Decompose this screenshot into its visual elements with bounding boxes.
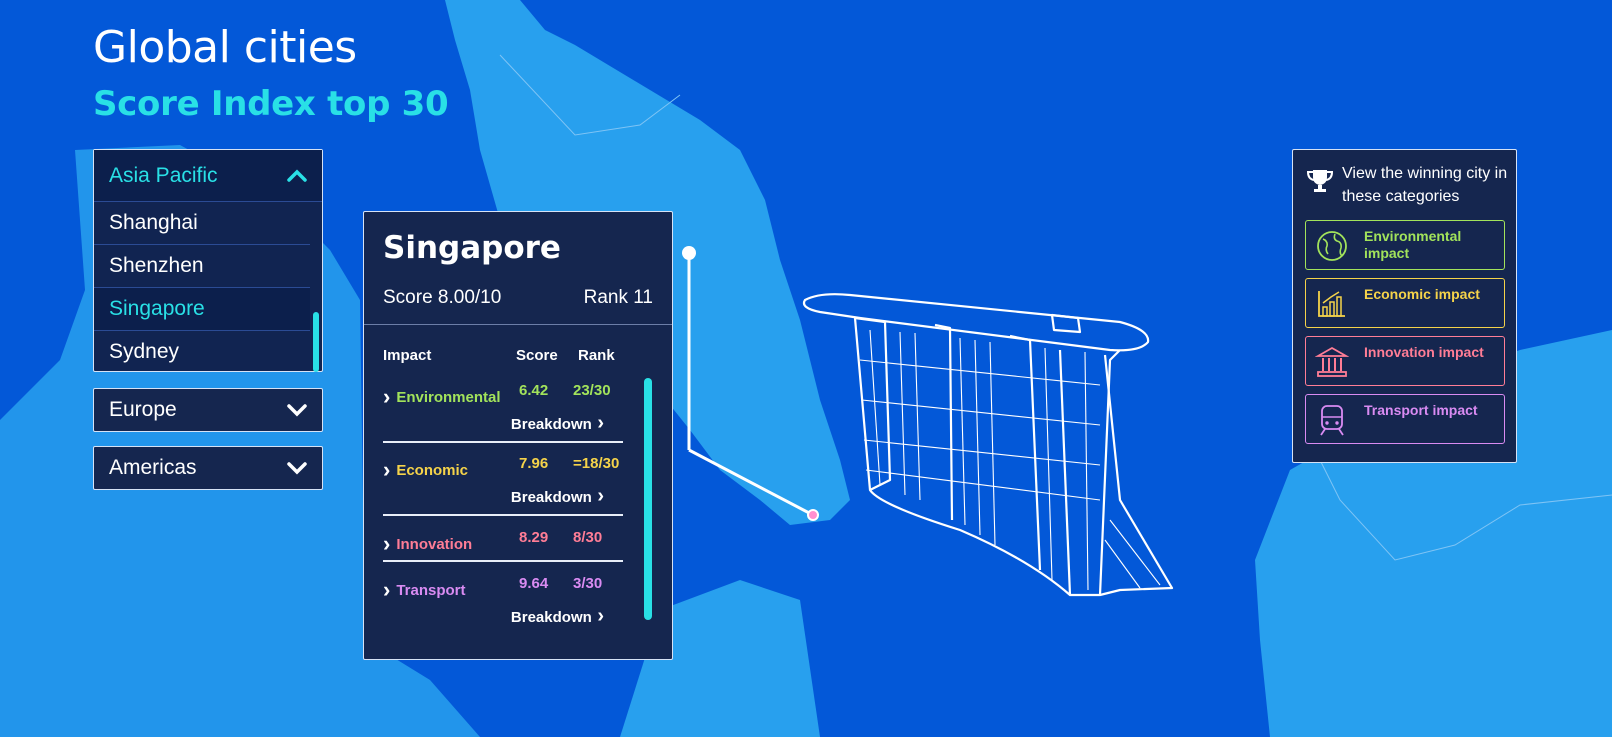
impact-score: 7.96 [519, 455, 549, 472]
card-overall-rank: Rank 11 [583, 287, 653, 308]
region-dropdown-americas[interactable]: Americas [93, 446, 323, 490]
impact-name: Transport [383, 575, 465, 601]
impact-rank: 8/30 [573, 529, 603, 546]
card-overall-score: Score 8.00/10 [383, 287, 502, 308]
city-list-scrollbar[interactable] [313, 312, 319, 372]
chevron-down-icon [287, 462, 307, 475]
divider [383, 514, 623, 516]
card-city-name: Singapore [383, 230, 561, 266]
card-scrollbar[interactable] [644, 378, 652, 620]
breakdown-link-transport[interactable]: Breakdown [511, 605, 604, 628]
region-toggle-americas[interactable]: Americas [94, 447, 322, 489]
city-item[interactable]: Shanghai [94, 202, 310, 245]
region-label: Americas [109, 456, 197, 479]
category-button-environmental[interactable]: Environmental impact [1305, 220, 1505, 270]
column-header-impact: Impact [383, 347, 432, 364]
impact-name: Environmental [383, 382, 500, 408]
column-header-score: Score [516, 347, 558, 364]
region-label: Europe [109, 398, 177, 421]
city-item-selected[interactable]: Singapore [94, 288, 310, 331]
impact-score: 6.42 [519, 382, 549, 399]
impact-rank: 23/30 [573, 382, 611, 399]
region-toggle-europe[interactable]: Europe [94, 389, 322, 431]
impact-rank: 3/30 [573, 575, 603, 592]
city-list[interactable]: Shanghai Shenzhen Singapore Sydney [94, 202, 322, 372]
category-label: Innovation impact [1364, 344, 1484, 360]
categories-heading: View the winning city in these categorie… [1342, 165, 1508, 205]
region-dropdown-asia-pacific: Asia Pacific Shanghai Shenzhen Singapore… [93, 149, 323, 372]
category-label: Transport impact [1364, 402, 1478, 418]
breakdown-link-economic[interactable]: Breakdown [511, 485, 604, 508]
category-button-economic[interactable]: Economic impact [1305, 278, 1505, 328]
column-header-rank: Rank [578, 347, 615, 364]
impact-rank: =18/30 [573, 455, 620, 472]
category-label: Economic impact [1364, 286, 1480, 302]
impact-score: 8.29 [519, 529, 549, 546]
chevron-down-icon [287, 404, 307, 417]
region-label: Asia Pacific [109, 163, 218, 187]
breakdown-link-environmental[interactable]: Breakdown [511, 412, 604, 435]
train-icon [1320, 405, 1344, 436]
city-item[interactable]: Sydney [94, 331, 310, 372]
chevron-up-icon [287, 169, 307, 182]
divider [364, 324, 672, 325]
winning-categories-panel: View the winning city in these categorie… [1292, 149, 1517, 463]
divider [383, 560, 623, 562]
region-toggle-asia-pacific[interactable]: Asia Pacific [94, 150, 322, 202]
category-button-transport[interactable]: Transport impact [1305, 394, 1505, 444]
category-label: Environmental impact [1364, 228, 1462, 261]
category-button-innovation[interactable]: Innovation impact [1305, 336, 1505, 386]
globe-icon [1317, 231, 1347, 261]
city-score-card: Singapore Score 8.00/10 Rank 11 Impact S… [363, 211, 673, 660]
divider [383, 441, 623, 443]
page-subtitle: Score Index top 30 [93, 84, 449, 124]
region-dropdown-europe[interactable]: Europe [93, 388, 323, 432]
city-item[interactable]: Shenzhen [94, 245, 310, 288]
impact-name: Economic [383, 455, 468, 481]
bar-chart-icon [1318, 291, 1345, 317]
impact-score: 9.64 [519, 575, 549, 592]
institution-icon [1315, 346, 1349, 377]
trophy-icon [1306, 170, 1334, 192]
impact-name: Innovation [383, 529, 472, 555]
page-title: Global cities [93, 22, 357, 73]
